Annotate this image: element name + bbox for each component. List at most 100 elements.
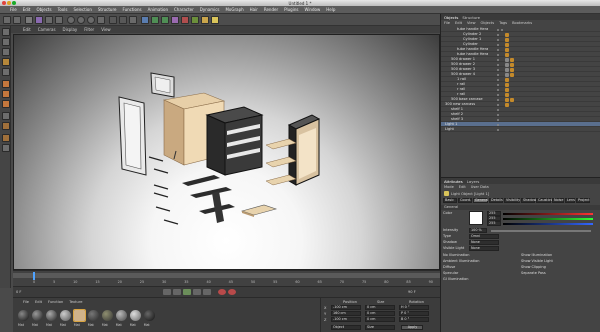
- subtab-details[interactable]: Details: [489, 198, 503, 203]
- position-z-field[interactable]: -100 cm: [331, 317, 361, 322]
- tab-objects[interactable]: Objects: [444, 15, 458, 20]
- menu-help[interactable]: Help: [326, 7, 335, 12]
- material-swatch[interactable]: [130, 310, 141, 321]
- size-x-field[interactable]: 0 cm: [365, 305, 395, 310]
- diffuse-checkbox[interactable]: Diffuse: [443, 265, 455, 270]
- visible-light-select[interactable]: None: [469, 246, 499, 251]
- viewport-menu-view[interactable]: View: [101, 27, 111, 32]
- texture-mode-icon[interactable]: [1, 58, 10, 66]
- make-editable-icon[interactable]: [1, 28, 10, 36]
- show-visible-light-checkbox[interactable]: Show Visible Light: [521, 259, 553, 264]
- separate-pass-checkbox[interactable]: Separate Pass: [521, 271, 546, 276]
- show-illumination-checkbox[interactable]: Show Illumination: [521, 253, 552, 258]
- menu-mograph[interactable]: MoGraph: [225, 7, 243, 12]
- record-icon[interactable]: [218, 289, 226, 295]
- menu-render[interactable]: Render: [264, 7, 278, 12]
- am-menu-mode[interactable]: Mode: [444, 185, 454, 189]
- subtab-basic[interactable]: Basic: [443, 198, 457, 203]
- tree-row[interactable]: Light: [441, 127, 600, 132]
- material-swatch[interactable]: [144, 310, 155, 321]
- material-swatch[interactable]: [46, 310, 57, 321]
- playhead[interactable]: [33, 272, 35, 280]
- material-menu-edit[interactable]: Edit: [35, 300, 42, 304]
- next-frame-icon[interactable]: [193, 289, 201, 295]
- material-swatch[interactable]: [88, 310, 99, 321]
- menu-dynamics[interactable]: Dynamics: [200, 7, 220, 12]
- color-swatch[interactable]: [469, 211, 483, 225]
- tab-structure[interactable]: Structure: [462, 15, 480, 20]
- light-icon[interactable]: [211, 16, 219, 24]
- subtab-shadow[interactable]: Shadow: [521, 198, 536, 203]
- points-mode-icon[interactable]: [1, 80, 10, 88]
- material-swatch[interactable]: [32, 310, 43, 321]
- subtab-noise[interactable]: Noise: [552, 198, 564, 203]
- material-swatch[interactable]: [18, 310, 29, 321]
- subtab-caustics[interactable]: Caustics: [536, 198, 552, 203]
- timeline-ruler[interactable]: 0 5 10 15 20 25 30 35 40 45 50 55 60 65 …: [13, 270, 440, 286]
- menu-character[interactable]: Character: [174, 7, 194, 12]
- menu-window[interactable]: Window: [304, 7, 320, 12]
- viewport-menu-filter[interactable]: Filter: [84, 27, 94, 32]
- go-to-end-icon[interactable]: [203, 289, 211, 295]
- 3d-viewport[interactable]: [13, 34, 440, 270]
- intensity-slider[interactable]: [491, 229, 591, 232]
- array-icon[interactable]: [171, 16, 179, 24]
- subtab-visibility[interactable]: Visibility: [504, 198, 520, 203]
- object-mode-icon[interactable]: [1, 48, 10, 56]
- color-r-slider[interactable]: [503, 212, 593, 215]
- show-clipping-checkbox[interactable]: Show Clipping: [521, 265, 546, 270]
- subtab-coord[interactable]: Coord.: [458, 198, 472, 203]
- om-menu-tags[interactable]: Tags: [499, 21, 507, 25]
- subtab-general[interactable]: General: [473, 198, 488, 203]
- scale-tool-icon[interactable]: [45, 16, 53, 24]
- position-x-field[interactable]: -100 cm: [331, 305, 361, 310]
- shadow-select[interactable]: None: [469, 240, 499, 245]
- om-menu-file[interactable]: File: [444, 21, 450, 25]
- specular-checkbox[interactable]: Specular: [443, 271, 458, 276]
- apply-button[interactable]: Apply: [401, 325, 423, 330]
- z-axis-lock-icon[interactable]: [87, 16, 95, 24]
- size-z-field[interactable]: 0 cm: [365, 317, 395, 322]
- material-swatch-selected[interactable]: [73, 309, 86, 322]
- nurbs-icon[interactable]: [161, 16, 169, 24]
- om-menu-objects[interactable]: Objects: [481, 21, 495, 25]
- timeline-track[interactable]: [13, 273, 440, 278]
- y-axis-lock-icon[interactable]: [77, 16, 85, 24]
- deformer-icon[interactable]: [181, 16, 189, 24]
- color-g-slider[interactable]: [503, 217, 593, 220]
- om-menu-edit[interactable]: Edit: [455, 21, 462, 25]
- menu-animation[interactable]: Animation: [148, 7, 168, 12]
- coordinate-system-icon[interactable]: [97, 16, 105, 24]
- render-picture-viewer-icon[interactable]: [119, 16, 127, 24]
- ambient-illumination-checkbox[interactable]: Ambient Illumination: [443, 259, 480, 264]
- go-to-start-icon[interactable]: [163, 289, 171, 295]
- menu-edit[interactable]: Edit: [23, 7, 31, 12]
- viewport-menu-edit[interactable]: Edit: [23, 27, 31, 32]
- enable-axis-icon[interactable]: [1, 112, 10, 120]
- edges-mode-icon[interactable]: [1, 90, 10, 98]
- polygons-mode-icon[interactable]: [1, 100, 10, 108]
- subtab-lens[interactable]: Lens: [565, 198, 575, 203]
- menu-objects[interactable]: Objects: [36, 7, 51, 12]
- menu-functions[interactable]: Functions: [122, 7, 141, 12]
- autokey-icon[interactable]: [228, 289, 236, 295]
- am-menu-user-data[interactable]: User Data: [471, 185, 489, 189]
- om-menu-bookmarks[interactable]: Bookmarks: [512, 21, 532, 25]
- material-swatch[interactable]: [116, 310, 127, 321]
- scene-floor-icon[interactable]: [191, 16, 199, 24]
- gi-illumination-checkbox[interactable]: GI Illumination: [443, 277, 469, 282]
- no-illumination-checkbox[interactable]: No Illumination: [443, 253, 470, 258]
- rotation-b-field[interactable]: B 0 °: [399, 317, 429, 322]
- tab-attributes[interactable]: Attributes: [444, 179, 463, 184]
- material-menu-function[interactable]: Function: [48, 300, 63, 304]
- undo-icon[interactable]: [3, 16, 11, 24]
- coord-mode-select[interactable]: Object: [331, 325, 361, 330]
- rotation-h-field[interactable]: H 0 °: [399, 305, 429, 310]
- menu-hair[interactable]: Hair: [250, 7, 258, 12]
- camera-icon[interactable]: [201, 16, 209, 24]
- cube-primitive-icon[interactable]: [141, 16, 149, 24]
- menu-file[interactable]: File: [10, 7, 17, 12]
- menu-plugins[interactable]: Plugins: [284, 7, 298, 12]
- rotation-p-field[interactable]: P 0 °: [399, 311, 429, 316]
- model-mode-icon[interactable]: [1, 38, 10, 46]
